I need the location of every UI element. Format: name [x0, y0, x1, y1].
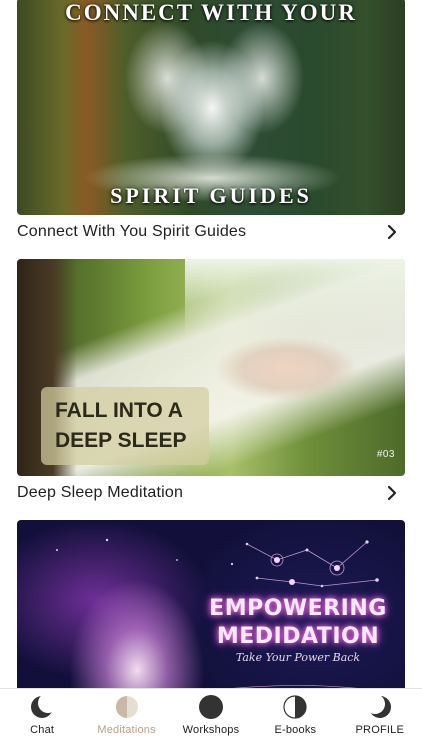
card-title-row[interactable]: Deep Sleep Meditation: [17, 476, 405, 510]
meditation-card[interactable]: FALL INTO A DEEP SLEEP #03 Deep Sleep Me…: [17, 259, 405, 510]
deep-sleep-image[interactable]: FALL INTO A DEEP SLEEP #03: [17, 259, 405, 476]
card-title: Deep Sleep Meditation: [17, 484, 184, 501]
chevron-right-icon[interactable]: [385, 224, 399, 240]
image-headline: CONNECT WITH YOUR: [65, 0, 357, 25]
tab-label: Workshops: [182, 724, 240, 736]
card-title: Connect With You Spirit Guides: [17, 223, 247, 240]
meditation-card[interactable]: CONNECT WITH YOUR SPIRIT GUIDES Connect …: [17, 0, 405, 249]
bottom-tab-bar: Chat Meditations Workshops E-books PROFI…: [0, 688, 422, 750]
spirit-guides-image[interactable]: CONNECT WITH YOUR SPIRIT GUIDES: [17, 0, 405, 215]
image-line-2: DEEP SLEEP: [55, 429, 187, 452]
tab-label: Chat: [30, 724, 55, 736]
image-line-1: EMPOWERING: [209, 596, 387, 621]
tab-profile[interactable]: PROFILE: [338, 694, 422, 736]
chevron-right-icon[interactable]: [385, 485, 399, 501]
image-caption-box: FALL INTO A DEEP SLEEP: [41, 387, 209, 465]
tab-meditations[interactable]: Meditations: [85, 694, 169, 736]
meditation-card[interactable]: EMPOWERING MEDIDATION Take Your Power Ba…: [17, 520, 405, 688]
tab-label: E-books: [274, 724, 317, 736]
tab-label: Meditations: [97, 724, 156, 736]
tab-ebooks[interactable]: E-books: [253, 694, 337, 736]
crescent-moon-icon: [29, 694, 55, 720]
full-moon-icon: [198, 694, 224, 720]
image-subline: SPIRIT GUIDES: [110, 183, 312, 208]
card-title-row[interactable]: Connect With You Spirit Guides: [17, 215, 405, 249]
episode-badge: #03: [376, 449, 395, 460]
empowering-image[interactable]: EMPOWERING MEDIDATION Take Your Power Ba…: [17, 520, 405, 688]
image-line-1: FALL INTO A: [55, 399, 183, 422]
image-line-2: MEDIDATION: [216, 624, 380, 649]
half-moon-icon: [114, 694, 140, 720]
half-moon-dark-icon: [282, 694, 308, 720]
waning-crescent-icon: [367, 694, 393, 720]
meditation-feed: CONNECT WITH YOUR SPIRIT GUIDES Connect …: [0, 0, 422, 688]
tab-workshops[interactable]: Workshops: [169, 694, 253, 736]
image-tagline: Take Your Power Back: [235, 651, 361, 664]
image-sky: [185, 259, 405, 339]
tab-label: PROFILE: [355, 724, 404, 736]
tab-chat[interactable]: Chat: [0, 694, 84, 736]
